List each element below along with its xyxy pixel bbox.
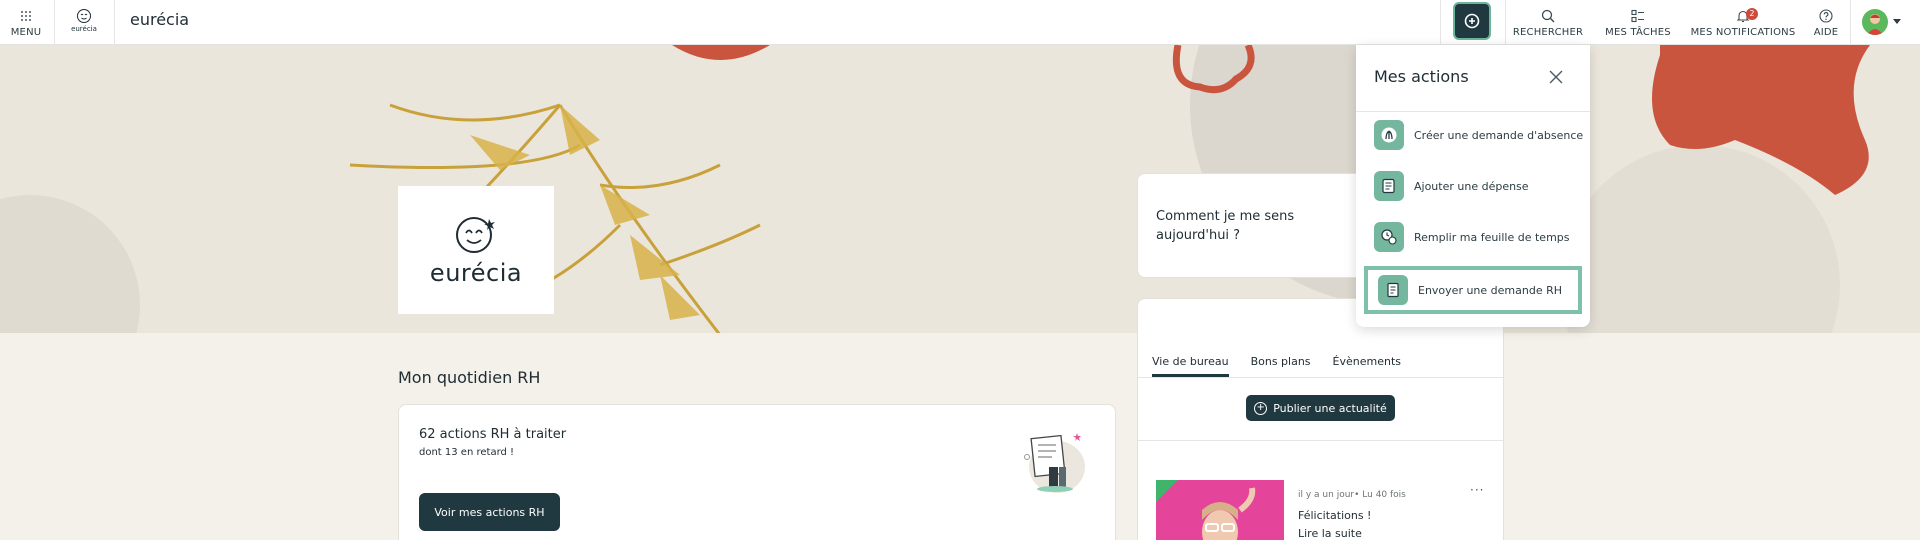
small-logo-text: eurécia bbox=[71, 25, 97, 33]
hr-actions-card: 62 actions RH à traiter dont 13 en retar… bbox=[398, 404, 1116, 540]
top-bar: MENU eurécia eurécia RECHERCHER MES TÂCH… bbox=[0, 0, 1920, 45]
avatar bbox=[1862, 9, 1888, 35]
more-options-icon[interactable]: ··· bbox=[1470, 483, 1484, 497]
publish-label: Publier une actualité bbox=[1273, 401, 1387, 415]
post-meta: il y a un jour• Lu 40 fois bbox=[1298, 490, 1406, 500]
tab-vie-de-bureau[interactable]: Vie de bureau bbox=[1152, 355, 1229, 377]
hero-banner: eurécia bbox=[0, 45, 1920, 333]
mood-question: Comment je me sens aujourd'hui ? bbox=[1156, 209, 1295, 243]
tab-bons-plans[interactable]: Bons plans bbox=[1251, 355, 1311, 377]
create-absence-request-item[interactable]: Créer une demande d'absence bbox=[1374, 115, 1583, 155]
divider bbox=[1505, 0, 1506, 45]
tasks-button[interactable]: MES TÂCHES bbox=[1600, 0, 1676, 45]
home-logo[interactable]: eurécia bbox=[66, 8, 102, 38]
feed-tabs: Vie de bureau Bons plans Évènements bbox=[1152, 355, 1423, 377]
post-image[interactable] bbox=[1156, 480, 1284, 540]
action-label: Ajouter une dépense bbox=[1414, 179, 1529, 193]
actions-button[interactable] bbox=[1453, 2, 1491, 40]
divider bbox=[1440, 0, 1441, 45]
search-button[interactable]: RECHERCHER bbox=[1512, 0, 1584, 45]
help-icon bbox=[1819, 8, 1833, 24]
hr-actions-count: 62 actions RH à traiter bbox=[419, 427, 567, 442]
add-expense-item[interactable]: Ajouter une dépense bbox=[1374, 166, 1574, 206]
search-label: RECHERCHER bbox=[1512, 26, 1584, 38]
grid-icon bbox=[20, 8, 32, 24]
news-feed-card: Vie de bureau Bons plans Évènements + Pu… bbox=[1137, 298, 1504, 540]
search-icon bbox=[1541, 8, 1555, 24]
hero-background-illustration bbox=[0, 45, 1920, 333]
logo-text: eurécia bbox=[429, 259, 523, 287]
eurecia-logo-icon bbox=[77, 9, 91, 23]
tasks-label: MES TÂCHES bbox=[1605, 26, 1671, 38]
bell-icon: 2 bbox=[1690, 7, 1796, 24]
send-hr-request-item[interactable]: Envoyer une demande RH bbox=[1364, 266, 1582, 314]
notifications-label: MES NOTIFICATIONS bbox=[1690, 26, 1796, 38]
help-label: AIDE bbox=[1813, 26, 1839, 38]
menu-label: MENU bbox=[10, 26, 42, 38]
post-title: Félicitations ! bbox=[1298, 509, 1372, 522]
checklist-icon bbox=[1631, 8, 1645, 24]
action-label: Créer une demande d'absence bbox=[1414, 128, 1584, 142]
document-icon bbox=[1378, 275, 1408, 305]
close-icon[interactable] bbox=[1546, 67, 1566, 87]
brand-name: eurécia bbox=[130, 10, 190, 29]
tab-evenements[interactable]: Évènements bbox=[1333, 355, 1401, 377]
actions-panel-title: Mes actions bbox=[1374, 67, 1469, 86]
company-logo-card: eurécia bbox=[398, 186, 554, 314]
plus-circle-icon: + bbox=[1254, 401, 1268, 415]
notifications-button[interactable]: 2 MES NOTIFICATIONS bbox=[1690, 0, 1796, 45]
hr-actions-late: dont 13 en retard ! bbox=[419, 447, 515, 458]
divider bbox=[1138, 377, 1503, 378]
eurecia-logo-icon bbox=[456, 217, 495, 253]
fill-timesheet-item[interactable]: Remplir ma feuille de temps bbox=[1374, 217, 1574, 257]
plus-circle-icon bbox=[1464, 13, 1480, 29]
read-more-link[interactable]: Lire la suite bbox=[1298, 527, 1362, 540]
actions-panel: Mes actions Créer une demande d'absence … bbox=[1356, 45, 1590, 327]
chevron-down-icon bbox=[1893, 19, 1901, 24]
timesheet-icon bbox=[1374, 222, 1404, 252]
view-hr-actions-button[interactable]: Voir mes actions RH bbox=[419, 493, 560, 531]
divider bbox=[1356, 111, 1590, 112]
divider bbox=[1138, 440, 1503, 441]
section-title: Mon quotidien RH bbox=[398, 368, 541, 387]
divider bbox=[54, 0, 55, 45]
receipt-icon bbox=[1374, 171, 1404, 201]
notification-badge: 2 bbox=[1746, 7, 1758, 20]
action-label: Remplir ma feuille de temps bbox=[1414, 230, 1570, 244]
publish-news-button[interactable]: + Publier une actualité bbox=[1246, 395, 1395, 421]
action-label: Envoyer une demande RH bbox=[1418, 283, 1563, 297]
divider bbox=[114, 0, 115, 45]
menu-button[interactable]: MENU bbox=[6, 0, 46, 45]
divider bbox=[1850, 0, 1851, 45]
palm-icon bbox=[1374, 120, 1404, 150]
help-button[interactable]: AIDE bbox=[1810, 0, 1842, 45]
user-menu[interactable] bbox=[1862, 8, 1904, 36]
document-illustration-icon bbox=[1024, 433, 1085, 493]
